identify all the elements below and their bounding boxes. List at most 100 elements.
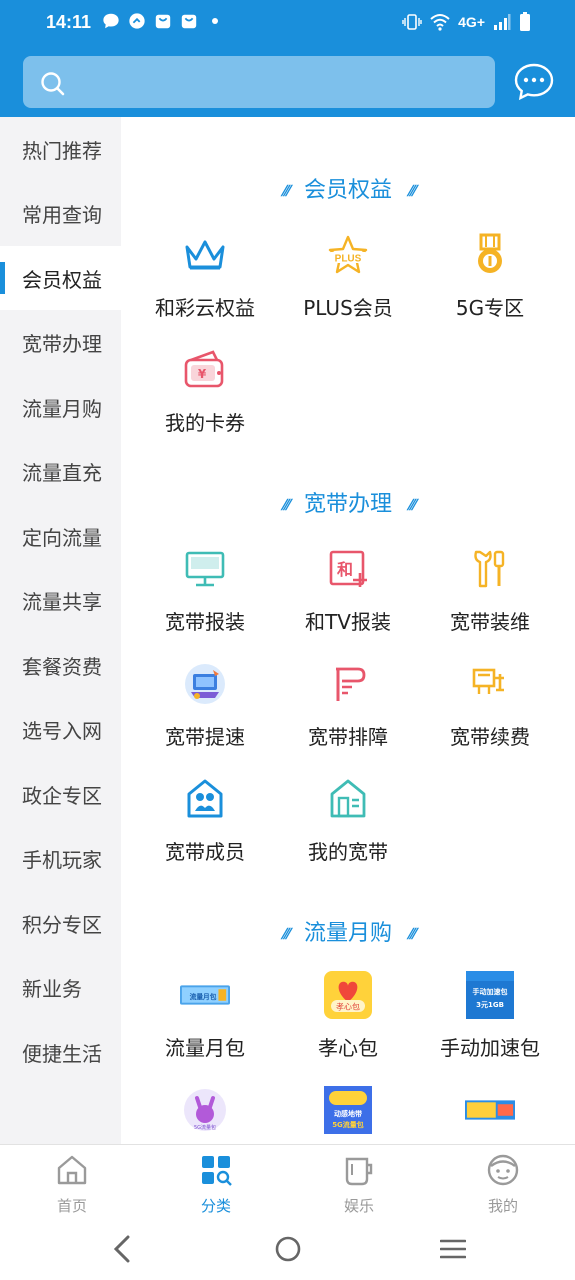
chat-notification-icon: [103, 13, 119, 29]
tv-plus-icon: 和: [323, 544, 373, 594]
slash-decoration-icon: ///: [279, 497, 291, 513]
flow-banner-icon: 流量月包: [180, 970, 230, 1020]
message-icon[interactable]: [513, 62, 555, 102]
search-input[interactable]: [23, 56, 495, 108]
family-house-icon: [180, 774, 230, 824]
sidebar-item-query[interactable]: 常用查询: [0, 181, 121, 245]
grid-item-renew[interactable]: 宽带续费: [419, 659, 561, 759]
fault-tool-icon: [323, 659, 373, 709]
network-type: 4G+: [458, 14, 485, 30]
grid-item-5g-pack[interactable]: 5G流量包: [134, 1085, 276, 1144]
system-nav-bar: [0, 1220, 575, 1280]
tab-home[interactable]: 首页: [27, 1153, 117, 1216]
slash-decoration-icon: ///: [279, 926, 291, 942]
sidebar-item-convenient-life[interactable]: 便捷生活: [0, 1020, 121, 1084]
category-sidebar: 热门推荐 常用查询 会员权益 宽带办理 流量月购 流量直充 定向流量 流量共享 …: [0, 117, 121, 1144]
sidebar-item-hot[interactable]: 热门推荐: [0, 117, 121, 181]
grid-item-speedup[interactable]: 宽带提速: [134, 659, 276, 759]
wrench-screwdriver-icon: [465, 544, 515, 594]
speedup-illustration-icon: [180, 659, 230, 709]
monitor-icon: [180, 544, 230, 594]
svg-text:流量月包: 流量月包: [190, 992, 217, 1001]
svg-text:PLUS: PLUS: [335, 254, 362, 265]
category-icon: [202, 1156, 232, 1186]
status-bar: 14:11 4G+: [0, 0, 575, 48]
speed-pack-icon: 手动加速包 3元1GB: [465, 970, 515, 1020]
grid-item-dongganzone[interactable]: 动感地带 5G流量包: [277, 1085, 419, 1144]
grid-item-speed-pack[interactable]: 手动加速包 3元1GB 手动加速包: [419, 970, 561, 1070]
sidebar-item-data-recharge[interactable]: 流量直充: [0, 439, 121, 503]
slash-decoration-icon: ///: [279, 183, 291, 199]
signal-icon: [494, 14, 511, 30]
slash-decoration-icon: ///: [405, 183, 417, 199]
category-content: ///会员权益/// 和彩云权益 PLUS PLUS会员 5G专区 ¥ 我的卡券…: [121, 117, 575, 1144]
slash-decoration-icon: ///: [405, 497, 417, 513]
grid-item-caiyun[interactable]: 和彩云权益: [134, 230, 276, 330]
medal-icon: [465, 230, 515, 280]
house-icon: [323, 774, 373, 824]
svg-text:5G流量包: 5G流量包: [194, 1124, 216, 1131]
sidebar-item-points[interactable]: 积分专区: [0, 891, 121, 955]
slash-decoration-icon: ///: [405, 926, 417, 942]
app-header: 14:11 4G+: [0, 0, 575, 117]
sidebar-item-phone-player[interactable]: 手机玩家: [0, 826, 121, 890]
svg-text:¥: ¥: [198, 367, 207, 381]
svg-text:5G流量包: 5G流量包: [332, 1120, 364, 1129]
grid-item-members[interactable]: 宽带成员: [134, 774, 276, 874]
battery-icon: [520, 12, 530, 31]
more-notifications-dot: [212, 18, 218, 24]
tab-entertainment[interactable]: 娱乐: [314, 1153, 404, 1216]
plus-star-icon: PLUS: [323, 230, 373, 280]
tab-mine[interactable]: 我的: [458, 1153, 548, 1216]
grid-item-fault[interactable]: 宽带排障: [277, 659, 419, 759]
status-time: 14:11: [46, 12, 92, 32]
sidebar-item-plans[interactable]: 套餐资费: [0, 633, 121, 697]
sidebar-item-data-share[interactable]: 流量共享: [0, 568, 121, 632]
grid-item-flow-monthly[interactable]: 流量月包 流量月包: [134, 970, 276, 1070]
grid-item-5g[interactable]: 5G专区: [419, 230, 561, 330]
app-notification-icon: [129, 13, 145, 29]
grid-item-broadband-maint[interactable]: 宽带装维: [419, 544, 561, 644]
sidebar-item-broadband[interactable]: 宽带办理: [0, 310, 121, 374]
svg-text:3元1GB: 3元1GB: [476, 1001, 504, 1009]
sidebar-item-member[interactable]: 会员权益: [0, 246, 121, 310]
search-icon: [41, 72, 65, 96]
section-title: ///宽带办理///: [279, 492, 417, 517]
cup-icon: [345, 1157, 373, 1186]
heart-gift-icon: 孝心包: [323, 970, 373, 1020]
menu-icon[interactable]: [440, 1234, 466, 1264]
dongganzone-5g-pack-icon: 动感地带 5G流量包: [323, 1085, 373, 1135]
grid-item-tv-install[interactable]: 和 和TV报装: [277, 544, 419, 644]
face-icon: [487, 1154, 519, 1186]
section-title: ///会员权益///: [279, 178, 417, 203]
plug-renew-icon: [465, 659, 515, 709]
sidebar-item-enterprise[interactable]: 政企专区: [0, 762, 121, 826]
shopping-bag-icon-2: [181, 14, 197, 29]
sidebar-item-monthly-data[interactable]: 流量月购: [0, 375, 121, 439]
svg-text:手动加速包: 手动加速包: [473, 987, 508, 996]
crown-icon: [180, 230, 230, 280]
sidebar-item-directed-data[interactable]: 定向流量: [0, 504, 121, 568]
shopping-bag-icon: [155, 14, 171, 29]
wifi-icon: [430, 14, 450, 31]
back-icon[interactable]: [110, 1234, 134, 1264]
svg-text:和: 和: [337, 560, 353, 579]
bottom-tab-bar: 首页 分类 娱乐 我的: [0, 1144, 575, 1220]
5g-rabbit-icon: 5G流量包: [180, 1085, 230, 1135]
home-circle-icon[interactable]: [274, 1234, 302, 1264]
home-icon: [57, 1155, 87, 1185]
banner-pack-icon: [465, 1085, 515, 1135]
grid-item-banner-pack[interactable]: [419, 1085, 561, 1144]
section-title: ///流量月购///: [279, 921, 417, 946]
grid-item-xiaoxin[interactable]: 孝心包 孝心包: [277, 970, 419, 1070]
svg-text:动感地带: 动感地带: [334, 1109, 362, 1118]
sidebar-item-number-select[interactable]: 选号入网: [0, 697, 121, 761]
grid-item-plus[interactable]: PLUS PLUS会员: [277, 230, 419, 330]
vibrate-icon: [402, 14, 422, 30]
grid-item-my-coupons[interactable]: ¥ 我的卡券: [134, 345, 276, 445]
grid-item-broadband-install[interactable]: 宽带报装: [134, 544, 276, 644]
svg-text:孝心包: 孝心包: [336, 1002, 360, 1012]
sidebar-item-new-business[interactable]: 新业务: [0, 955, 121, 1019]
tab-category[interactable]: 分类: [171, 1153, 261, 1216]
grid-item-my-broadband[interactable]: 我的宽带: [277, 774, 419, 874]
